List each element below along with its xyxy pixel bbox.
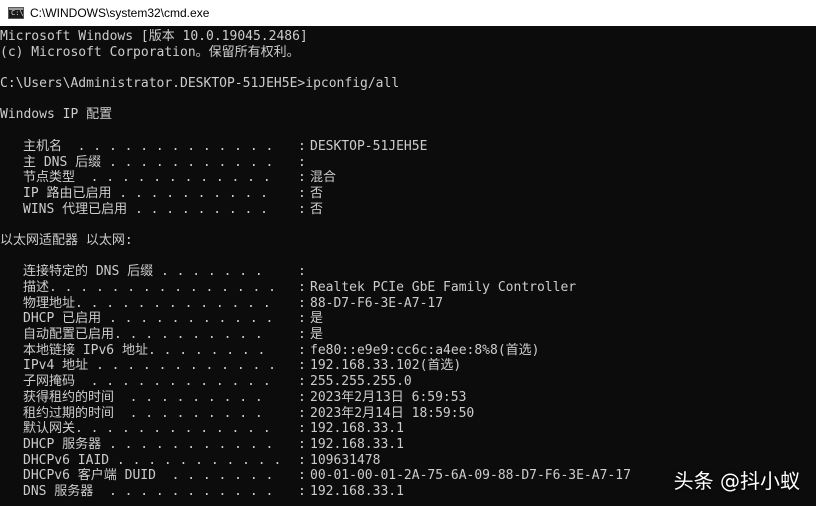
config-row: 获得租约的时间 . . . . . . . . .:2023年2月13日 6:5…	[0, 390, 816, 406]
config-row: 主 DNS 后缀 . . . . . . . . . . .:	[0, 155, 816, 171]
config-value: DESKTOP-51JEH5E	[310, 138, 428, 154]
config-row: 子网掩码 . . . . . . . . . . . .:255.255.255…	[0, 374, 816, 390]
config-label: DHCPv6 客户端 DUID . . . . . . .	[23, 468, 274, 484]
config-separator: :	[298, 311, 306, 327]
config-value: 255.255.255.0	[310, 374, 412, 390]
config-separator: :	[298, 201, 306, 217]
config-value: 2023年2月14日 18:59:50	[310, 405, 475, 421]
config-value: fe80::e9e9:cc6c:a4ee:8%8(首选)	[310, 342, 540, 358]
config-separator: :	[298, 327, 306, 343]
config-label: 描述. . . . . . . . . . . . . . .	[23, 280, 276, 295]
config-separator: :	[298, 280, 306, 295]
config-separator: :	[298, 436, 306, 452]
config-separator: :	[298, 295, 306, 311]
config-value: 是	[310, 311, 324, 327]
config-separator: :	[298, 452, 306, 468]
config-label: 自动配置已启用. . . . . . . . . .	[23, 327, 263, 343]
config-separator: :	[298, 405, 306, 421]
config-label: WINS 代理已启用 . . . . . . . . .	[23, 201, 269, 217]
window-title: C:\WINDOWS\system32\cmd.exe	[30, 6, 210, 20]
config-separator: :	[298, 358, 306, 374]
config-separator: :	[298, 264, 306, 280]
config-separator: :	[298, 468, 306, 484]
console-header-line: (c) Microsoft Corporation。保留所有权利。	[0, 44, 300, 60]
config-value: 是	[310, 327, 324, 343]
config-label: 物理地址. . . . . . . . . . . . .	[23, 295, 271, 311]
config-separator: :	[298, 138, 306, 154]
config-row: IPv4 地址 . . . . . . . . . . . .:192.168.…	[0, 358, 816, 374]
config-label: DHCP 服务器 . . . . . . . . . . .	[23, 436, 274, 452]
config-value: 192.168.33.1	[310, 436, 404, 452]
config-value: 109631478	[310, 452, 381, 468]
config-row: DHCP 服务器 . . . . . . . . . . .:192.168.3…	[0, 437, 816, 453]
config-row: 节点类型 . . . . . . . . . . . .: 混合	[0, 170, 816, 186]
config-row: DHCP 已启用 . . . . . . . . . . .:是	[0, 311, 816, 327]
config-value: 否	[310, 201, 324, 217]
config-value: 00-01-00-01-2A-75-6A-09-88-D7-F6-3E-A7-1…	[310, 468, 631, 484]
config-value: Realtek PCIe GbE Family Controller	[310, 280, 577, 295]
config-separator: :	[298, 374, 306, 390]
config-separator: :	[298, 389, 306, 405]
config-label: 主机名 . . . . . . . . . . . . .	[23, 138, 274, 154]
config-label: DHCP 已启用 . . . . . . . . . . .	[23, 311, 274, 327]
config-label: 获得租约的时间 . . . . . . . . .	[23, 389, 263, 405]
cmd-icon[interactable]: C:\	[8, 7, 24, 19]
config-separator: :	[298, 185, 306, 201]
config-row: 自动配置已启用. . . . . . . . . .:是	[0, 327, 816, 343]
title-bar[interactable]: C:\ C:\WINDOWS\system32\cmd.exe	[0, 0, 816, 26]
cmd-icon-glyph: C:\	[11, 9, 24, 17]
config-label: 租约过期的时间 . . . . . . . . .	[23, 405, 263, 421]
config-separator: :	[298, 154, 306, 170]
watermark-text: 头条 @抖小蚁	[673, 469, 800, 493]
config-label: 主 DNS 后缀 . . . . . . . . . . .	[23, 154, 274, 170]
section-windows-ip: Windows IP 配置	[0, 107, 113, 123]
config-row: IP 路由已启用 . . . . . . . . . .:否	[0, 186, 816, 202]
command-prompt: C:\Users\Administrator.DESKTOP-51JEH5E>i…	[0, 76, 400, 92]
console-output[interactable]: Microsoft Windows [版本 10.0.19045.2486] (…	[0, 29, 816, 506]
config-row: 本地链接 IPv6 地址. . . . . . . .: fe80::e9e9:c…	[0, 343, 816, 359]
section-ethernet: 以太网适配器 以太网:	[0, 232, 133, 248]
config-row: 租约过期的时间 . . . . . . . . .:2023年2月14日 18:…	[0, 406, 816, 422]
config-label: 本地链接 IPv6 地址. . . . . . . .	[23, 342, 266, 358]
config-value: 88-D7-F6-3E-A7-17	[310, 295, 444, 311]
config-value: 否	[310, 185, 324, 201]
config-separator: :	[298, 483, 306, 499]
config-label: 节点类型 . . . . . . . . . . . .	[23, 170, 271, 186]
config-value: 192.168.33.1	[310, 483, 404, 499]
config-row: 描述. . . . . . . . . . . . . . .: Realtek …	[0, 280, 816, 296]
config-value: 混合	[310, 170, 337, 186]
config-value: 192.168.33.1	[310, 421, 404, 437]
config-row: WINS 代理已启用 . . . . . . . . .:否	[0, 202, 816, 218]
config-label: 子网掩码 . . . . . . . . . . . .	[23, 374, 271, 390]
config-label: DHCPv6 IAID . . . . . . . . . . .	[23, 452, 282, 468]
config-value: 192.168.33.102(首选)	[310, 358, 462, 374]
config-row: 连接特定的 DNS 后缀 . . . . . . .:	[0, 264, 816, 280]
config-separator: :	[298, 421, 306, 437]
config-separator: :	[298, 170, 306, 186]
config-label: IPv4 地址 . . . . . . . . . . . .	[23, 358, 276, 374]
config-value: 2023年2月13日 6:59:53	[310, 389, 467, 405]
config-label: IP 路由已启用 . . . . . . . . . .	[23, 185, 269, 201]
config-label: 连接特定的 DNS 后缀 . . . . . . .	[23, 264, 263, 280]
cmd-window: C:\ C:\WINDOWS\system32\cmd.exe Microsof…	[0, 0, 816, 506]
config-row: 默认网关. . . . . . . . . . . . .:192.168.33…	[0, 421, 816, 437]
config-row: 主机名 . . . . . . . . . . . . .: DESKTOP-51…	[0, 139, 816, 155]
config-row: 物理地址. . . . . . . . . . . . .:88-D7-F6-3…	[0, 296, 816, 312]
config-separator: :	[298, 342, 306, 358]
config-label: DNS 服务器 . . . . . . . . . . .	[23, 483, 274, 499]
config-label: 默认网关. . . . . . . . . . . . .	[23, 421, 271, 437]
console-header-line: Microsoft Windows [版本 10.0.19045.2486]	[0, 29, 308, 44]
